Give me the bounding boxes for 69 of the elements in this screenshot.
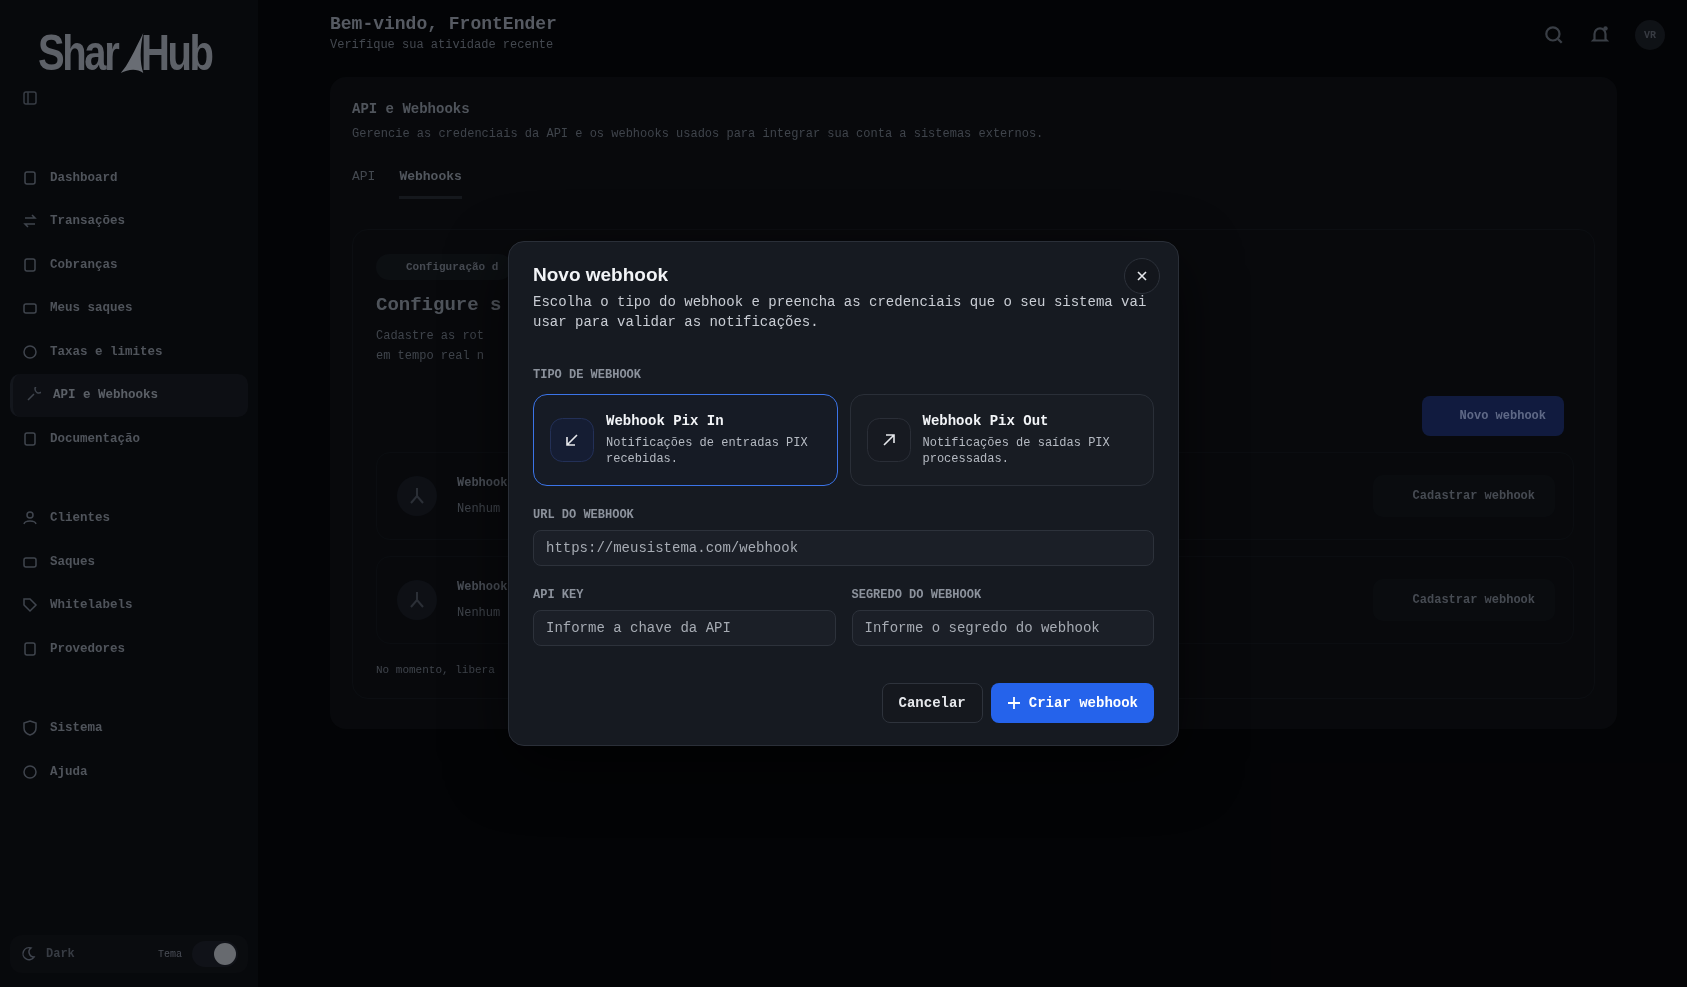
nav-icon — [22, 343, 38, 360]
nav-item[interactable]: Dashboard — [10, 156, 248, 200]
option-description: Notificações de saídas PIX processadas. — [922, 435, 1111, 467]
close-icon — [1136, 270, 1148, 282]
webhook-status: Nenhum — [457, 606, 502, 620]
webhook-status: Nenhum — [457, 502, 502, 516]
nav-item[interactable]: Ajuda — [10, 750, 248, 794]
nav-item[interactable]: API e Webhooks — [10, 373, 248, 417]
close-button[interactable] — [1124, 258, 1160, 294]
nav-item[interactable]: Transações — [10, 199, 248, 243]
plus-icon — [1006, 696, 1021, 710]
welcome-title: Bem-vindo, FrontEnder — [330, 14, 557, 34]
field-label: API KEY — [533, 588, 585, 602]
create-webhook-button[interactable]: Criar webhook — [990, 683, 1154, 723]
option-description: Notificações de entradas PIX recebidas. — [606, 435, 809, 467]
card-description: Gerencie as credenciais da API e os webhooks usados para integrar sua conta a sistemas externos. — [352, 127, 1045, 141]
nav-item[interactable]: Clientes — [10, 496, 248, 540]
logo-text: Hub — [141, 28, 212, 78]
webhook-title: Webhook — [457, 580, 508, 594]
dialog-title: Novo webhook — [533, 264, 669, 286]
search-icon[interactable] — [1543, 24, 1565, 46]
nav-icon — [22, 430, 38, 447]
nav-icon — [22, 213, 38, 230]
webhook-type-option[interactable]: Webhook Pix Out Notificações de saídas PIX processadas. — [849, 394, 1154, 486]
nav-item[interactable]: Sistema — [10, 706, 248, 750]
secret-field[interactable]: Informe o segredo do webhook — [851, 610, 1154, 646]
welcome-subtitle: Verifique sua atividade recente — [330, 38, 555, 52]
option-title: Webhook Pix Out — [922, 413, 1050, 429]
tab[interactable]: Webhooks — [399, 169, 462, 199]
nav-item[interactable]: Provedores — [10, 627, 248, 671]
nav-item[interactable]: Saques — [10, 540, 248, 584]
nav-icon — [22, 640, 38, 657]
dialog-description: Escolha o tipo do webhook e preencha as credenciais que o seu sistema vai usar para validar as notificações. — [533, 293, 1148, 332]
nav-item[interactable]: Cobranças — [10, 243, 248, 287]
api-key-field[interactable]: Informe a chave da API — [533, 610, 836, 646]
arrow-up-right-icon — [866, 418, 911, 462]
nav-icon — [22, 256, 38, 273]
field-label: SEGREDO DO WEBHOOK — [851, 588, 983, 602]
sidebar-toggle-icon[interactable] — [22, 90, 38, 106]
option-title: Webhook Pix In — [606, 413, 725, 429]
webhook-icon — [397, 476, 437, 516]
section-heading: Configure s — [376, 294, 502, 316]
new-webhook-button[interactable]: Novo webhook — [1421, 396, 1564, 436]
cancel-button[interactable]: Cancelar — [881, 683, 983, 723]
nav-icon — [22, 763, 38, 780]
theme-toggle[interactable] — [192, 941, 238, 967]
logo-text: Shar — [38, 28, 118, 78]
nav-item[interactable]: Taxas e limites — [10, 330, 248, 374]
tab[interactable]: API — [352, 169, 376, 199]
webhook-type-option[interactable]: Webhook Pix In Notificações de entradas PIX recebidas. — [533, 394, 838, 486]
nav-icon — [22, 300, 38, 317]
webhook-icon — [397, 580, 437, 620]
moon-icon — [20, 946, 36, 962]
section-text: Cadastre as rot — [376, 328, 485, 345]
webhook-title: Webhook — [457, 476, 508, 490]
url-field[interactable]: https://meusistema.com/webhook — [533, 530, 1154, 566]
nav-item[interactable]: Whitelabels — [10, 583, 248, 627]
nav-icon — [22, 720, 38, 737]
nav-item[interactable]: Documentação — [10, 417, 248, 461]
nav-item[interactable]: Meus saques — [10, 286, 248, 330]
nav-icon — [22, 510, 38, 527]
nav-icon — [22, 597, 38, 614]
card-title: API e Webhooks — [352, 101, 471, 117]
nav-icon — [22, 169, 38, 186]
theme-caption: Tema — [158, 948, 182, 960]
field-label: URL DO WEBHOOK — [533, 508, 635, 522]
arrow-down-left-icon — [550, 418, 594, 462]
field-label: TIPO DE WEBHOOK — [533, 368, 643, 382]
footer-note: No momento, libera — [376, 664, 496, 676]
